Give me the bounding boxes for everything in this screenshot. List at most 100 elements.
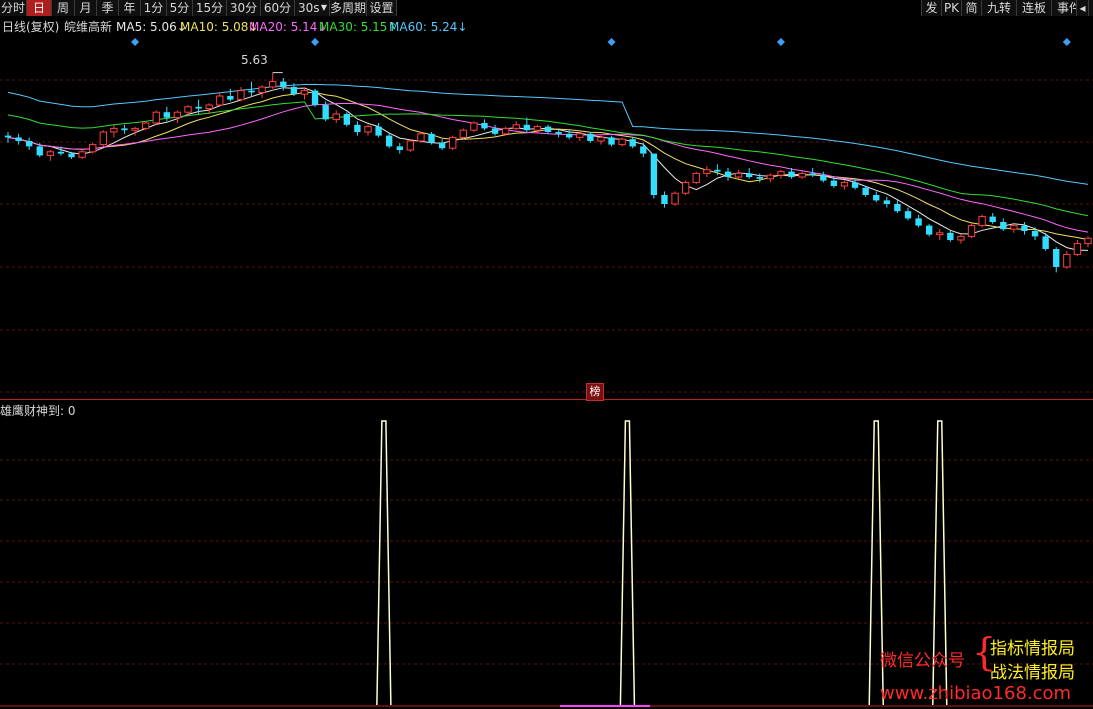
candle: [237, 87, 245, 102]
candle-body: [915, 218, 922, 226]
candle-body: [269, 81, 277, 88]
candle: [406, 139, 415, 152]
candle: [1063, 250, 1071, 269]
candle-body: [587, 133, 594, 141]
candle: [1010, 223, 1018, 233]
candle-body: [354, 124, 361, 132]
candle-body: [873, 195, 880, 201]
candle-body: [777, 171, 785, 176]
candle: [618, 137, 626, 147]
candle-body: [788, 171, 795, 177]
candle: [724, 168, 732, 181]
candle: [766, 173, 775, 183]
candle: [428, 132, 435, 145]
candle: [629, 137, 636, 149]
candle: [216, 92, 224, 107]
signal-diamond-icon: [131, 38, 140, 46]
candle: [1084, 236, 1092, 248]
candle-body: [904, 211, 912, 219]
candle-body: [438, 142, 446, 149]
candle: [354, 121, 361, 136]
candle-body: [15, 137, 22, 141]
candle: [501, 126, 510, 136]
candle-body: [650, 153, 658, 195]
kline-chart[interactable]: [0, 0, 1093, 709]
candle-body: [597, 136, 605, 142]
candle-body: [766, 174, 775, 180]
watermark-channel-1: 指标情报局: [990, 639, 1075, 659]
candle-body: [300, 90, 309, 95]
candle-body: [110, 127, 118, 133]
candle-body: [68, 153, 75, 158]
candle-body: [1010, 225, 1018, 230]
watermark-channel-2: 战法情报局: [990, 663, 1075, 683]
candle: [141, 121, 150, 131]
candle-body: [692, 172, 700, 183]
candle: [152, 110, 160, 125]
signal-diamond-icon: [607, 38, 616, 46]
candle-body: [661, 195, 668, 204]
signal-diamond-icon: [1062, 38, 1071, 46]
candle-body: [36, 146, 43, 156]
candle: [470, 121, 478, 132]
candle: [650, 153, 658, 199]
candle-body: [173, 111, 182, 119]
candle: [915, 214, 922, 228]
candle-body: [501, 127, 510, 135]
candle: [311, 88, 319, 107]
candle: [989, 213, 996, 224]
candle-body: [290, 87, 298, 95]
candle-body: [205, 104, 213, 110]
candle: [746, 168, 753, 179]
candle: [936, 229, 944, 240]
candle-body: [978, 216, 986, 227]
candle-body: [523, 124, 530, 131]
candle-body: [195, 106, 202, 109]
indicator-spike: [376, 420, 392, 706]
candle: [671, 191, 679, 206]
candle-body: [618, 138, 626, 146]
candle: [375, 123, 382, 138]
candle: [894, 200, 901, 213]
candle-body: [894, 204, 901, 212]
candle-body: [343, 114, 350, 125]
candle: [512, 121, 520, 131]
candle-body: [417, 133, 425, 142]
candle: [587, 132, 594, 143]
candle-body: [386, 135, 393, 147]
candle: [15, 133, 22, 145]
candle-body: [544, 126, 552, 132]
candle-body: [481, 123, 488, 129]
candle-body: [512, 124, 520, 129]
candle: [692, 171, 700, 185]
candle-body: [714, 169, 721, 172]
candle: [173, 110, 182, 123]
candle-body: [862, 187, 869, 195]
candle-body: [322, 105, 329, 120]
candle-body: [1042, 236, 1049, 249]
indicator-spike: [619, 420, 636, 706]
candle-body: [566, 133, 573, 138]
candle-body: [555, 132, 562, 134]
candle-body: [491, 128, 499, 134]
candle-body: [703, 169, 711, 174]
candle: [777, 169, 785, 179]
candle-body: [851, 182, 859, 188]
candle-body: [840, 181, 849, 187]
candle-body: [820, 175, 827, 181]
candle-body: [734, 172, 743, 178]
ma30-line: [7, 101, 1089, 217]
candle: [608, 135, 615, 147]
candle: [957, 234, 965, 244]
candle-body: [332, 113, 340, 120]
candle: [491, 124, 499, 136]
watermark-url: www.zhibiao168.com: [880, 683, 1072, 704]
candle-body: [375, 126, 382, 136]
candle: [110, 124, 118, 138]
candle: [926, 223, 933, 237]
candle-body: [989, 216, 996, 222]
candle: [576, 132, 584, 141]
rank-badge[interactable]: 榜: [586, 383, 604, 401]
candle-body: [26, 141, 33, 147]
candle-body: [1021, 225, 1028, 231]
